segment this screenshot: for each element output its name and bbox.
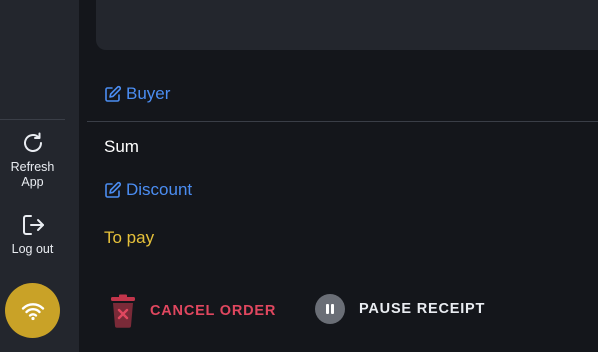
logout-icon — [20, 212, 46, 238]
sum-label: Sum — [104, 137, 139, 156]
refresh-icon — [20, 130, 46, 156]
receipt-screen: Refresh App Log out Buyer Sum Discount T… — [0, 0, 598, 352]
edit-buyer-link[interactable]: Buyer — [104, 84, 170, 104]
pause-icon — [315, 294, 345, 324]
log-out-label: Log out — [11, 242, 54, 256]
cancel-order-label: CANCEL ORDER — [150, 303, 277, 319]
wifi-icon — [21, 302, 44, 320]
refresh-app-label: Refresh App — [10, 160, 55, 189]
sidebar: Refresh App Log out — [0, 0, 79, 352]
log-out-button[interactable]: Log out — [0, 212, 65, 257]
order-items-card — [96, 0, 598, 50]
section-divider — [87, 121, 598, 122]
sidebar-divider — [0, 119, 65, 120]
trash-icon — [108, 294, 138, 328]
edit-icon — [105, 181, 122, 198]
pause-receipt-label: PAUSE RECEIPT — [359, 301, 486, 317]
edit-icon — [105, 85, 122, 102]
refresh-app-button[interactable]: Refresh App — [0, 130, 65, 190]
discount-label: Discount — [126, 180, 193, 199]
buyer-label: Buyer — [126, 84, 171, 103]
pause-receipt-button[interactable]: PAUSE RECEIPT — [315, 294, 485, 324]
cancel-order-button[interactable]: CANCEL ORDER — [108, 294, 276, 328]
edit-discount-link[interactable]: Discount — [104, 180, 192, 200]
connection-status-button[interactable] — [5, 283, 60, 338]
to-pay-label: To pay — [104, 228, 155, 247]
